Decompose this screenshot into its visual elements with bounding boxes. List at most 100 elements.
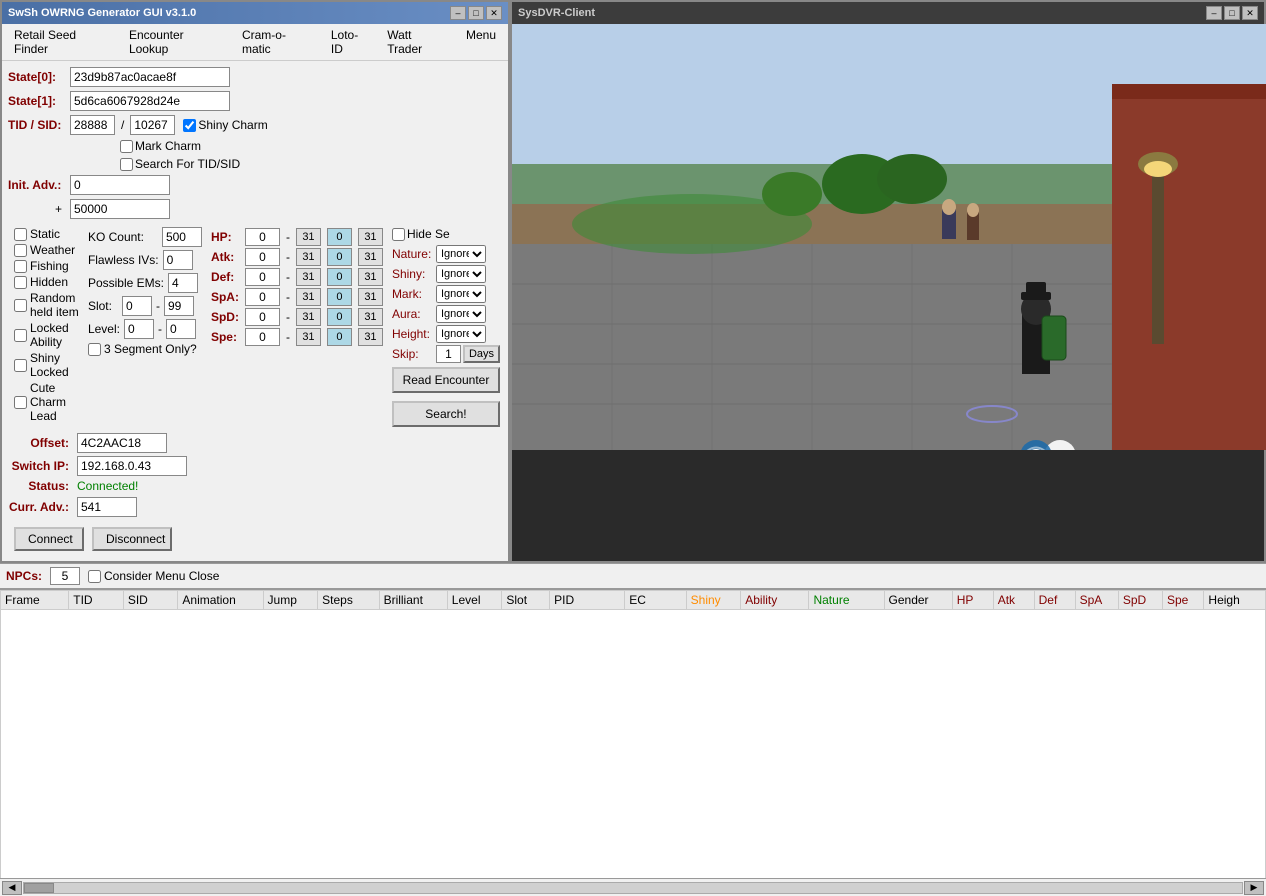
atk-min-input[interactable] bbox=[245, 248, 280, 266]
cute-charm-lead-row[interactable]: Cute Charm Lead bbox=[14, 381, 80, 423]
read-encounter-button[interactable]: Read Encounter bbox=[392, 367, 500, 393]
results-area[interactable]: Frame TID SID Animation Jump Steps Brill… bbox=[0, 588, 1266, 878]
tid-input[interactable] bbox=[70, 115, 115, 135]
hp-max-btn[interactable]: 31 bbox=[296, 228, 321, 246]
slot-from-input[interactable] bbox=[122, 296, 152, 316]
fishing-checkbox[interactable] bbox=[14, 260, 27, 273]
menu-loto-id[interactable]: Loto-ID bbox=[323, 26, 377, 58]
spa-min-input[interactable] bbox=[245, 288, 280, 306]
def-min-input[interactable] bbox=[245, 268, 280, 286]
flawless-ivs-input[interactable] bbox=[163, 250, 193, 270]
weather-checkbox-row[interactable]: Weather bbox=[14, 243, 80, 257]
menu-encounter-lookup[interactable]: Encounter Lookup bbox=[121, 26, 232, 58]
sid-input[interactable] bbox=[130, 115, 175, 135]
scroll-track[interactable] bbox=[23, 882, 1243, 894]
weather-checkbox[interactable] bbox=[14, 244, 27, 257]
spd-min-input[interactable] bbox=[245, 308, 280, 326]
spe-max-btn[interactable]: 31 bbox=[296, 328, 321, 346]
spd-zero-btn[interactable]: 0 bbox=[327, 308, 352, 326]
spa-zero-btn[interactable]: 0 bbox=[327, 288, 352, 306]
locked-ability-row[interactable]: Locked Ability bbox=[14, 321, 80, 349]
height-filter-select[interactable]: Ignore bbox=[436, 325, 486, 343]
static-checkbox-row[interactable]: Static bbox=[14, 227, 80, 241]
hp-31-btn[interactable]: 31 bbox=[358, 228, 383, 246]
aura-filter-select[interactable]: Ignore bbox=[436, 305, 486, 323]
mark-charm-label[interactable]: Mark Charm bbox=[120, 139, 201, 153]
state0-input[interactable] bbox=[70, 67, 230, 87]
horizontal-scrollbar[interactable]: ◀ ▶ bbox=[0, 878, 1266, 896]
spd-31-btn[interactable]: 31 bbox=[358, 308, 383, 326]
menu-watt-trader[interactable]: Watt Trader bbox=[379, 26, 456, 58]
sysdvr-maximize[interactable]: □ bbox=[1224, 6, 1240, 20]
search-tid-sid-label[interactable]: Search For TID/SID bbox=[120, 157, 240, 171]
three-segment-label[interactable]: 3 Segment Only? bbox=[88, 342, 202, 356]
scroll-left-btn[interactable]: ◀ bbox=[2, 881, 22, 895]
slot-to-input[interactable] bbox=[164, 296, 194, 316]
hp-zero-btn[interactable]: 0 bbox=[327, 228, 352, 246]
search-button[interactable]: Search! bbox=[392, 401, 500, 427]
mark-filter-select[interactable]: Ignore bbox=[436, 285, 486, 303]
def-zero-btn[interactable]: 0 bbox=[327, 268, 352, 286]
menu-menu[interactable]: Menu bbox=[458, 26, 504, 58]
shiny-charm-checkbox[interactable] bbox=[183, 119, 196, 132]
minimize-button[interactable]: – bbox=[450, 6, 466, 20]
cute-charm-lead-checkbox[interactable] bbox=[14, 396, 27, 409]
ko-count-input[interactable] bbox=[162, 227, 202, 247]
possible-ems-input[interactable] bbox=[168, 273, 198, 293]
disconnect-button[interactable]: Disconnect bbox=[92, 527, 172, 551]
random-held-item-checkbox[interactable] bbox=[14, 299, 27, 312]
spe-31-btn[interactable]: 31 bbox=[358, 328, 383, 346]
search-tid-sid-checkbox[interactable] bbox=[120, 158, 133, 171]
menu-retail-seed-finder[interactable]: Retail Seed Finder bbox=[6, 26, 119, 58]
plus-input[interactable] bbox=[70, 199, 170, 219]
state1-row: State[1]: bbox=[8, 91, 502, 111]
skip-input[interactable] bbox=[436, 345, 461, 363]
consider-menu-close-label[interactable]: Consider Menu Close bbox=[88, 569, 219, 583]
results-tbody bbox=[1, 610, 1266, 879]
def-max-btn[interactable]: 31 bbox=[296, 268, 321, 286]
level-from-input[interactable] bbox=[124, 319, 154, 339]
spa-31-btn[interactable]: 31 bbox=[358, 288, 383, 306]
hidden-checkbox[interactable] bbox=[14, 276, 27, 289]
shiny-charm-label[interactable]: Shiny Charm bbox=[183, 118, 267, 132]
consider-menu-close-checkbox[interactable] bbox=[88, 570, 101, 583]
static-checkbox[interactable] bbox=[14, 228, 27, 241]
menu-cram-o-matic[interactable]: Cram-o-matic bbox=[234, 26, 321, 58]
atk-max-btn[interactable]: 31 bbox=[296, 248, 321, 266]
hidden-checkbox-row[interactable]: Hidden bbox=[14, 275, 80, 289]
spd-max-btn[interactable]: 31 bbox=[296, 308, 321, 326]
maximize-button[interactable]: □ bbox=[468, 6, 484, 20]
scroll-thumb[interactable] bbox=[24, 883, 54, 893]
days-button[interactable]: Days bbox=[463, 345, 500, 363]
connect-button[interactable]: Connect bbox=[14, 527, 84, 551]
hide-se-checkbox[interactable] bbox=[392, 228, 405, 241]
nature-filter-select[interactable]: Ignore bbox=[436, 245, 486, 263]
shiny-filter-select[interactable]: Ignore bbox=[436, 265, 486, 283]
fishing-checkbox-row[interactable]: Fishing bbox=[14, 259, 80, 273]
atk-31-btn[interactable]: 31 bbox=[358, 248, 383, 266]
three-segment-checkbox[interactable] bbox=[88, 343, 101, 356]
sysdvr-minimize[interactable]: – bbox=[1206, 6, 1222, 20]
spe-min-input[interactable] bbox=[245, 328, 280, 346]
switch-ip-input[interactable] bbox=[77, 456, 187, 476]
shiny-locked-checkbox[interactable] bbox=[14, 359, 27, 372]
close-button[interactable]: ✕ bbox=[486, 6, 502, 20]
init-adv-input[interactable] bbox=[70, 175, 170, 195]
npcs-input[interactable] bbox=[50, 567, 80, 585]
state1-input[interactable] bbox=[70, 91, 230, 111]
atk-zero-btn[interactable]: 0 bbox=[327, 248, 352, 266]
hide-se-label[interactable]: Hide Se bbox=[392, 227, 500, 241]
locked-ability-checkbox[interactable] bbox=[14, 329, 27, 342]
random-held-item-row[interactable]: Random held item bbox=[14, 291, 80, 319]
hp-min-input[interactable] bbox=[245, 228, 280, 246]
def-31-btn[interactable]: 31 bbox=[358, 268, 383, 286]
sysdvr-close[interactable]: ✕ bbox=[1242, 6, 1258, 20]
spe-zero-btn[interactable]: 0 bbox=[327, 328, 352, 346]
offset-input[interactable] bbox=[77, 433, 167, 453]
mark-charm-checkbox[interactable] bbox=[120, 140, 133, 153]
shiny-locked-row[interactable]: Shiny Locked bbox=[14, 351, 80, 379]
spa-max-btn[interactable]: 31 bbox=[296, 288, 321, 306]
curr-adv-input[interactable] bbox=[77, 497, 137, 517]
level-to-input[interactable] bbox=[166, 319, 196, 339]
scroll-right-btn[interactable]: ▶ bbox=[1244, 881, 1264, 895]
